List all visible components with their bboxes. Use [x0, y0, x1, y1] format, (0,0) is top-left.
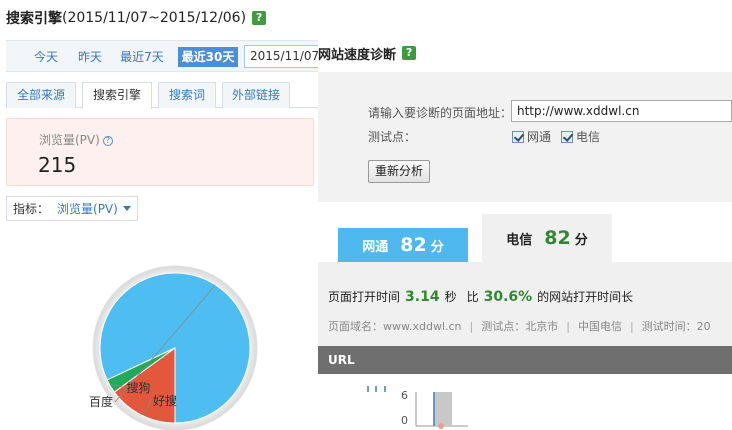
- checkbox-unicom[interactable]: 网通: [512, 128, 551, 145]
- meta-test-point: 测试点：北京市: [481, 320, 559, 333]
- meta-test-time: 测试时间：20: [641, 320, 711, 333]
- tab-all-sources[interactable]: 全部来源: [6, 82, 76, 108]
- panel-title: 搜索引擎: [6, 11, 62, 27]
- mini-marker: [438, 423, 444, 429]
- checkbox-checked-icon[interactable]: [561, 130, 573, 143]
- search-engine-pie-chart: 百度 好搜搜狗: [89, 265, 258, 430]
- score-value: 82: [544, 227, 571, 249]
- indicator-dropdown[interactable]: 指标： 浏览量(PV): [6, 196, 138, 221]
- meta-separator: |: [469, 320, 474, 333]
- waterfall-mini-chart: 6 0: [367, 386, 468, 429]
- pie-slice-label: 搜狗: [126, 380, 150, 395]
- meta-isp: 中国电信: [577, 320, 622, 333]
- compare-prefix: 比: [466, 290, 479, 304]
- diagnosis-form: 请输入要诊断的页面地址： http://www.xddwl.cn 测试点： 网通…: [318, 72, 732, 202]
- load-time-prefix: 页面打开时间: [328, 290, 401, 304]
- tab-external-links[interactable]: 外部链接: [222, 82, 290, 108]
- metric-value: 215: [38, 153, 77, 177]
- pie-slice-label: 好搜: [153, 393, 177, 408]
- help-icon[interactable]: ?: [402, 46, 417, 60]
- pv-metric-card: 浏览量(PV)? 215: [6, 118, 314, 186]
- mini-y-top-label: 6: [401, 389, 408, 402]
- source-tabs: 全部来源 搜索引擎 搜索词 外部链接: [6, 82, 318, 109]
- mini-bar: [434, 392, 452, 426]
- period-last-30-days[interactable]: 最近30天: [178, 47, 238, 67]
- speed-panel-title: 网站速度诊断: [318, 47, 397, 63]
- score-isp-name: 电信: [506, 232, 533, 248]
- search-engine-panel: 搜索引擎 (2015/11/07~2015/12/06) ? 今天 昨天 最近7…: [0, 0, 471, 430]
- date-picker-input[interactable]: 2015/11/07: [244, 45, 324, 68]
- meta-separator: |: [629, 320, 634, 333]
- indicator-value[interactable]: 浏览量(PV): [57, 200, 118, 217]
- diagnosis-result: 页面打开时间 3.14 秒 比 30.6% 的网站打开时间长 页面域名：www.…: [318, 262, 732, 346]
- tab-search-terms[interactable]: 搜索词: [158, 82, 216, 108]
- score-unit: 分: [430, 239, 444, 255]
- checkbox-unicom-label: 网通: [527, 130, 552, 144]
- compare-suffix: 的网站打开时间长: [537, 290, 634, 304]
- score-isp-name: 网通: [362, 239, 389, 255]
- load-time-unit: 秒: [444, 290, 457, 304]
- meta-domain: 页面域名：www.xddwl.cn: [328, 320, 462, 333]
- metric-label: 浏览量(PV): [39, 133, 100, 147]
- compare-percent: 30.6%: [483, 289, 533, 305]
- speed-diagnosis-panel: 网站速度诊断 ? 请输入要诊断的页面地址： http://www.xddwl.c…: [318, 40, 732, 430]
- mini-y-bottom-label: 0: [401, 414, 408, 427]
- url-field-label: 请输入要诊断的页面地址：: [368, 106, 513, 120]
- checkbox-checked-icon[interactable]: [512, 130, 524, 143]
- url-input[interactable]: http://www.xddwl.cn: [511, 100, 732, 122]
- metric-label-row: 浏览量(PV)?: [39, 131, 113, 148]
- indicator-label: 指标：: [13, 202, 50, 216]
- tab-search-engine[interactable]: 搜索引擎: [82, 82, 152, 109]
- date-range-text: (2015/11/07~2015/12/06): [62, 10, 247, 26]
- checkbox-telecom-label: 电信: [576, 130, 601, 144]
- test-point-label: 测试点：: [368, 130, 417, 144]
- load-time-seconds: 3.14: [405, 289, 440, 305]
- panel-title-row: 搜索引擎 (2015/11/07~2015/12/06) ?: [6, 8, 267, 28]
- period-yesterday[interactable]: 昨天: [72, 47, 108, 67]
- chevron-down-icon[interactable]: [122, 206, 131, 211]
- test-meta-info: 页面域名：www.xddwl.cn | 测试点：北京市 | 中国电信 | 测试时间：20: [328, 318, 711, 334]
- url-column-header: URL: [318, 346, 732, 374]
- pie-slice-label: 百度: [89, 394, 113, 409]
- reanalyze-button[interactable]: 重新分析: [368, 160, 430, 183]
- help-icon[interactable]: ?: [252, 11, 267, 25]
- tab-score-telecom[interactable]: 电信 82 分: [482, 214, 612, 262]
- load-time-summary: 页面打开时间 3.14 秒 比 30.6% 的网站打开时间长: [328, 288, 633, 305]
- score-tabs: 网通 82 分 电信 82 分: [318, 212, 732, 262]
- tab-score-unicom[interactable]: 网通 82 分: [338, 228, 468, 262]
- period-last-7-days[interactable]: 最近7天: [116, 47, 168, 67]
- score-value: 82: [400, 234, 427, 256]
- checkbox-telecom[interactable]: 电信: [561, 128, 600, 145]
- period-today[interactable]: 今天: [28, 47, 64, 67]
- meta-separator: |: [566, 320, 570, 333]
- score-unit: 分: [574, 232, 588, 248]
- metric-help-icon[interactable]: ?: [102, 136, 113, 146]
- speed-title-row: 网站速度诊断 ?: [318, 42, 417, 64]
